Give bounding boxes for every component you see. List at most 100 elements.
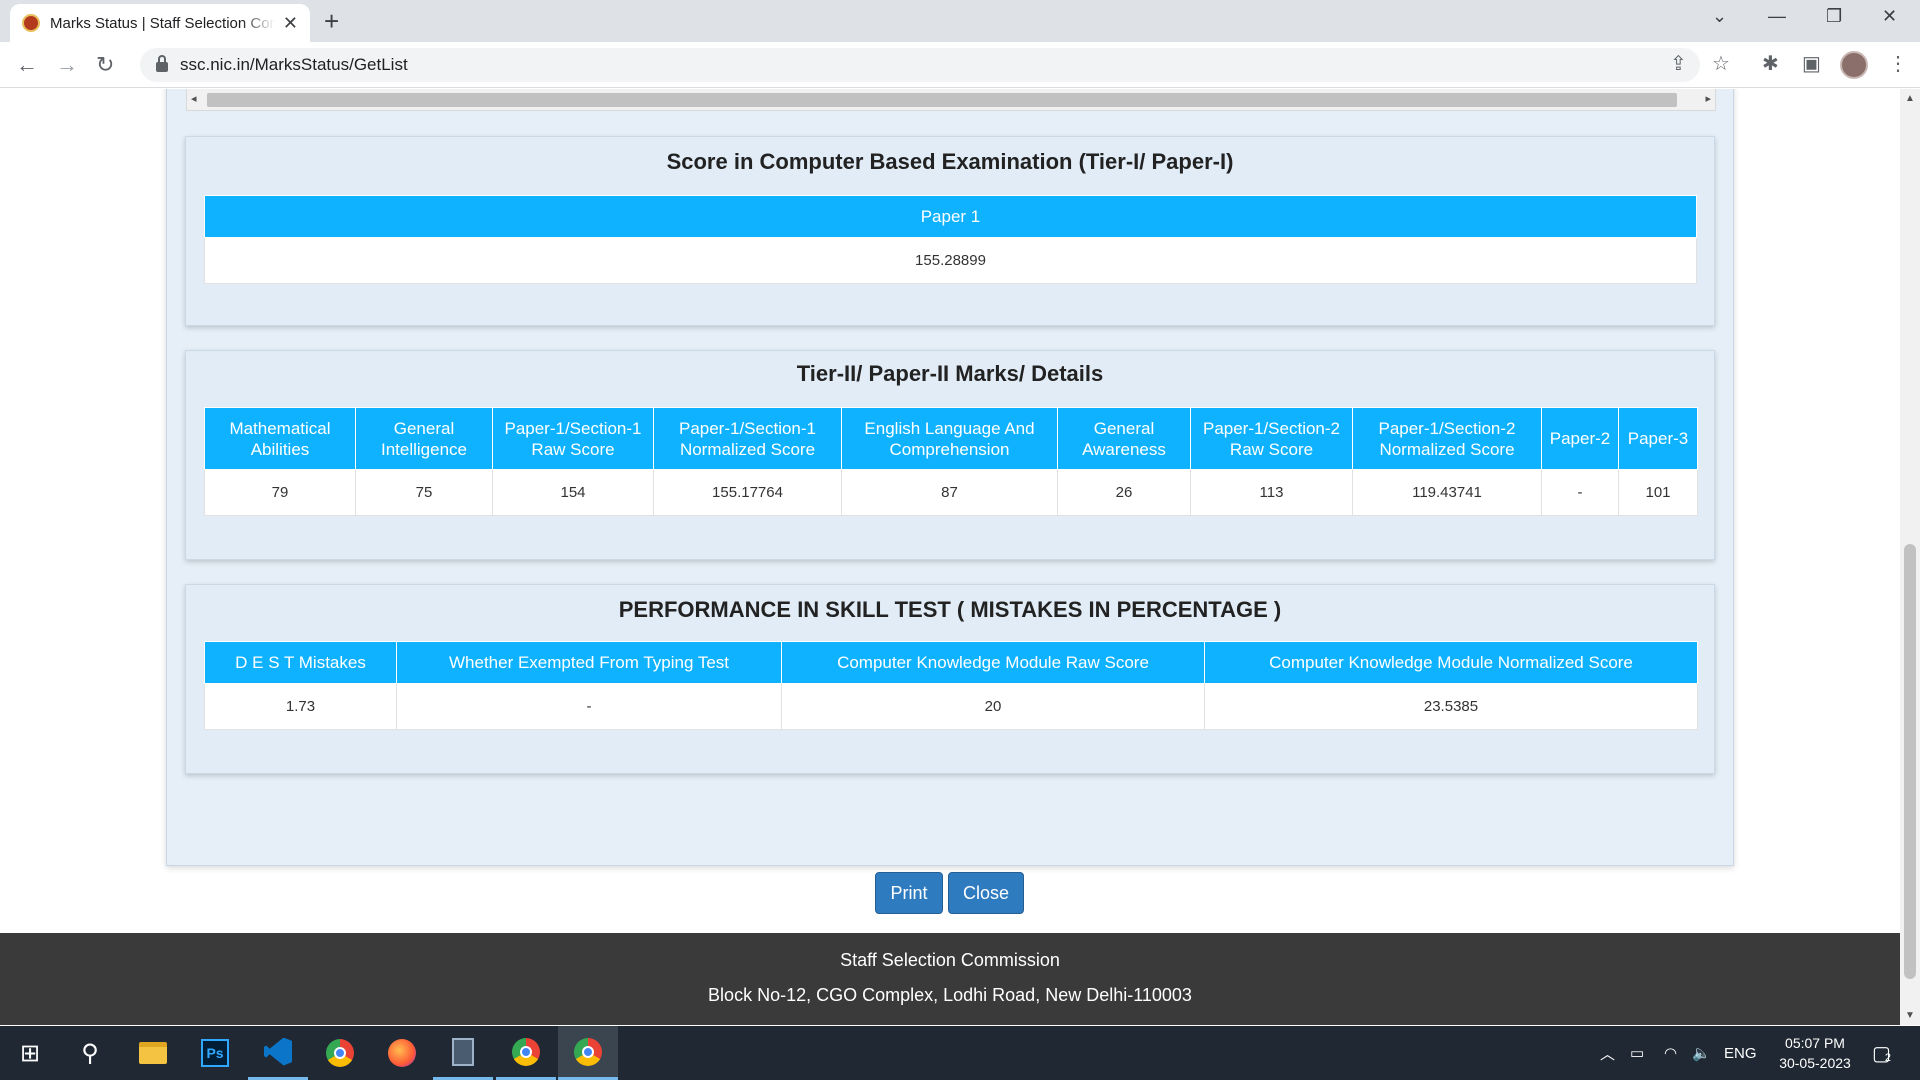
extensions-puzzle-icon[interactable]: ✱ xyxy=(1762,51,1779,76)
footer-address: Block No-12, CGO Complex, Lodhi Road, Ne… xyxy=(708,985,1192,1005)
chrome-icon[interactable] xyxy=(310,1026,370,1080)
footer-org-name: Staff Selection Commission xyxy=(840,950,1060,970)
tier2-cell: 119.43741 xyxy=(1352,469,1542,516)
close-button[interactable]: Close xyxy=(948,872,1024,914)
browser-toolbar: ← → ↻ ssc.nic.in/MarksStatus/GetList ⇪ ☆… xyxy=(0,42,1920,88)
print-button[interactable]: Print xyxy=(875,872,943,914)
reload-icon[interactable]: ↻ xyxy=(96,52,114,78)
skill-test-card: PERFORMANCE IN SKILL TEST ( MISTAKES IN … xyxy=(185,584,1715,774)
browser-tab-strip: Marks Status | Staff Selection Commissio… xyxy=(0,0,1920,42)
chrome-logo-icon xyxy=(326,1039,354,1067)
tier2-cell: 26 xyxy=(1057,469,1191,516)
skill-header: Whether Exempted From Typing Test xyxy=(396,641,782,684)
skill-cell: 1.73 xyxy=(204,683,397,730)
ssc-favicon-icon xyxy=(22,14,40,32)
browser-tab[interactable]: Marks Status | Staff Selection Commissio… xyxy=(10,4,310,42)
tier2-cell: 154 xyxy=(492,469,654,516)
chrome-active-logo-icon xyxy=(574,1037,602,1066)
skill-header: D E S T Mistakes xyxy=(204,641,397,684)
horizontal-scroll-thumb[interactable] xyxy=(207,93,1677,107)
firefox-logo-icon xyxy=(388,1039,416,1067)
tier2-cell: - xyxy=(1541,469,1619,516)
vscode-icon[interactable] xyxy=(248,1026,308,1080)
page-vertical-scrollbar[interactable]: ▲ ▼ xyxy=(1900,89,1920,1025)
tier2-cell: 87 xyxy=(841,469,1058,516)
table-horizontal-scrollbar[interactable]: ◂ ▸ xyxy=(186,89,1716,111)
search-icon[interactable]: ⚲ xyxy=(60,1026,120,1080)
vscode-logo-icon xyxy=(264,1037,292,1066)
skill-cell: 20 xyxy=(781,683,1205,730)
scroll-right-icon[interactable]: ▸ xyxy=(1705,92,1711,105)
back-arrow-icon[interactable]: ← xyxy=(16,52,38,78)
scroll-up-icon[interactable]: ▲ xyxy=(1905,93,1915,104)
restore-icon[interactable]: ❐ xyxy=(1826,6,1842,27)
tier2-header: Paper-3 xyxy=(1618,407,1698,470)
wifi-icon[interactable]: ◠ xyxy=(1664,1026,1677,1080)
firefox-icon[interactable] xyxy=(372,1026,432,1080)
url-text: ssc.nic.in/MarksStatus/GetList xyxy=(180,55,408,74)
side-panel-icon[interactable]: ▣ xyxy=(1802,51,1821,76)
scroll-down-icon[interactable]: ▼ xyxy=(1905,1010,1915,1021)
chrome-profile-icon[interactable] xyxy=(496,1026,556,1080)
photoshop-icon[interactable]: Ps xyxy=(185,1026,245,1080)
skill-header: Computer Knowledge Module Raw Score xyxy=(781,641,1205,684)
skill-header: Computer Knowledge Module Normalized Sco… xyxy=(1204,641,1698,684)
calculator-icon[interactable] xyxy=(433,1026,493,1080)
profile-avatar[interactable] xyxy=(1840,51,1868,79)
notification-center-icon[interactable]: ▢ 2 xyxy=(1872,1026,1891,1080)
tier2-marks-card: Tier-II/ Paper-II Marks/ Details Mathema… xyxy=(185,350,1715,560)
bookmark-star-icon[interactable]: ☆ xyxy=(1712,51,1730,76)
minimize-icon[interactable]: — xyxy=(1768,6,1786,27)
vertical-scroll-thumb[interactable] xyxy=(1904,544,1916,979)
language-indicator[interactable]: ENG xyxy=(1724,1026,1757,1080)
tier2-header: Mathematical Abilities xyxy=(204,407,356,470)
calculator-logo-icon xyxy=(452,1037,474,1066)
close-tab-icon[interactable]: ✕ xyxy=(283,13,298,34)
skill-cell: 23.5385 xyxy=(1204,683,1698,730)
tier2-title: Tier-II/ Paper-II Marks/ Details xyxy=(796,361,1104,386)
volume-icon[interactable]: 🔈 xyxy=(1692,1026,1711,1080)
tier2-header: Paper-1/Section-1 Normalized Score xyxy=(653,407,842,470)
tier2-table: Mathematical Abilities General Intellige… xyxy=(204,407,1698,516)
clock-date: 30-05-2023 xyxy=(1779,1055,1851,1071)
address-bar[interactable]: ssc.nic.in/MarksStatus/GetList xyxy=(140,48,1700,82)
system-clock[interactable]: 05:07 PM 30-05-2023 xyxy=(1770,1033,1860,1073)
tab-title: Marks Status | Staff Selection Commissio… xyxy=(50,14,275,32)
tier2-cell: 101 xyxy=(1618,469,1698,516)
lock-icon xyxy=(156,55,168,72)
tier2-cell: 155.17764 xyxy=(653,469,842,516)
tier2-cell: 79 xyxy=(204,469,356,516)
page-viewport: ◂ ▸ Score in Computer Based Examination … xyxy=(0,89,1900,1025)
new-tab-button[interactable]: + xyxy=(324,8,339,34)
menu-kebab-icon[interactable]: ⋮ xyxy=(1888,51,1908,76)
skill-title: PERFORMANCE IN SKILL TEST ( MISTAKES IN … xyxy=(618,597,1282,622)
forward-arrow-icon[interactable]: → xyxy=(56,52,78,78)
chrome-profile-logo-icon xyxy=(512,1037,540,1066)
tier1-value-paper1: 155.28899 xyxy=(204,237,1697,284)
tier1-header-paper1: Paper 1 xyxy=(204,195,1697,238)
close-window-icon[interactable]: ✕ xyxy=(1882,6,1897,27)
windows-taskbar: ⊞ ⚲ Ps ︿ ▭ ◠ 🔈 ENG 05:07 PM 30-05-2023 ▢… xyxy=(0,1026,1920,1080)
start-windows-icon[interactable]: ⊞ xyxy=(0,1026,60,1080)
tier1-table: Paper 1 155.28899 xyxy=(204,195,1697,284)
photoshop-logo-icon: Ps xyxy=(201,1039,229,1067)
tier2-header: Paper-1/Section-2 Normalized Score xyxy=(1352,407,1542,470)
share-icon[interactable]: ⇪ xyxy=(1670,51,1687,76)
site-footer: Staff Selection Commission Block No-12, … xyxy=(0,933,1900,1025)
tier2-header: General Intelligence xyxy=(355,407,493,470)
notification-count: 2 xyxy=(1884,1052,1892,1064)
tier2-header: English Language And Comprehension xyxy=(841,407,1058,470)
folder-icon xyxy=(139,1042,167,1064)
chrome-active-window-icon[interactable] xyxy=(558,1026,618,1080)
tier2-header: Paper-1/Section-2 Raw Score xyxy=(1190,407,1353,470)
tier2-cell: 75 xyxy=(355,469,493,516)
tier2-header: General Awareness xyxy=(1057,407,1191,470)
file-explorer-icon[interactable] xyxy=(123,1026,183,1080)
battery-icon[interactable]: ▭ xyxy=(1630,1026,1644,1080)
tier1-title: Score in Computer Based Examination (Tie… xyxy=(666,149,1234,174)
scroll-left-icon[interactable]: ◂ xyxy=(191,92,197,105)
tier1-score-card: Score in Computer Based Examination (Tie… xyxy=(185,136,1715,326)
tray-chevron-icon[interactable]: ︿ xyxy=(1600,1026,1615,1080)
skill-table: D E S T Mistakes Whether Exempted From T… xyxy=(204,641,1698,730)
tab-search-chevron-icon[interactable]: ⌄ xyxy=(1712,6,1727,27)
